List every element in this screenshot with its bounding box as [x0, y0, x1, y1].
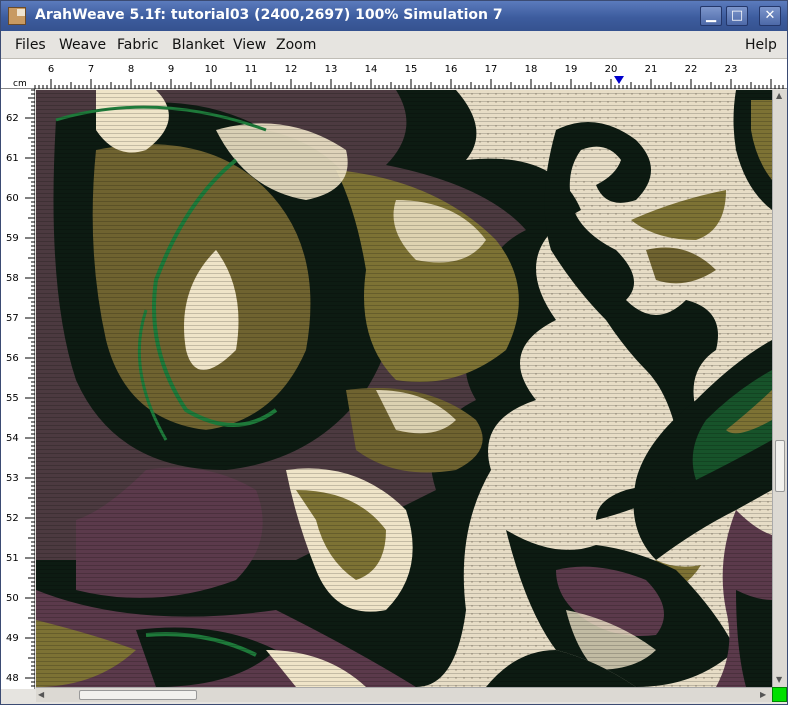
- ruler-label: 12: [285, 64, 298, 75]
- ruler-label: 9: [168, 64, 174, 75]
- fabric-simulation-canvas[interactable]: [36, 90, 772, 687]
- ruler-label: 56: [6, 353, 19, 364]
- menu-help[interactable]: Help: [745, 37, 777, 53]
- horizontal-ruler[interactable]: 6 7 8 9 10 11 12 13 14 15 16 17 18 19 20 21 22 23: [1, 59, 787, 89]
- ruler-label: 60: [6, 193, 19, 204]
- ruler-label: 6: [48, 64, 54, 75]
- ruler-label: 11: [245, 64, 258, 75]
- ruler-label: 21: [645, 64, 658, 75]
- app-icon[interactable]: [8, 7, 26, 25]
- ruler-label: 61: [6, 153, 19, 164]
- ruler-label: 8: [128, 64, 134, 75]
- ruler-label: 10: [205, 64, 218, 75]
- horizontal-ruler-ticks: 6 7 8 9 10 11 12 13 14 15 16 17 18 19 20 21 22 23: [34, 64, 784, 89]
- menu-fabric[interactable]: Fabric: [117, 37, 159, 53]
- vertical-scroll-thumb[interactable]: [775, 440, 785, 493]
- ruler-label: 22: [685, 64, 698, 75]
- scroll-up-arrow-icon[interactable]: ▲: [776, 91, 782, 101]
- ruler-label: 17: [485, 64, 498, 75]
- vertical-ruler-ticks: 62 61 60 59 58 57 56 55 54 53 52 51 50 49 48: [6, 89, 35, 687]
- menu-bar: Files Weave Fabric Blanket View Zoom Hel…: [1, 31, 787, 59]
- horizontal-scrollbar[interactable]: ◀ ▶: [36, 687, 772, 702]
- menu-files[interactable]: Files: [15, 37, 46, 53]
- position-marker-icon: [614, 76, 624, 84]
- ruler-label: 50: [6, 593, 19, 604]
- vertical-ruler[interactable]: 62 61 60 59 58 57 56 55 54 53 52 51 50 49 48: [1, 89, 35, 689]
- ruler-label: 19: [565, 64, 578, 75]
- close-button[interactable]: ✕: [759, 6, 781, 26]
- weave-texture-overlay: [36, 90, 772, 687]
- ruler-label: 15: [405, 64, 418, 75]
- ruler-label: 54: [6, 433, 19, 444]
- ruler-label: 62: [6, 113, 19, 124]
- scroll-left-arrow-icon[interactable]: ◀: [38, 690, 44, 700]
- ruler-label: 58: [6, 273, 19, 284]
- ruler-label: 13: [325, 64, 338, 75]
- title-bar[interactable]: ArahWeave 5.1f: tutorial03 (2400,2697) 1…: [1, 1, 787, 31]
- minimize-button[interactable]: ▁: [700, 6, 722, 26]
- window-title: ArahWeave 5.1f: tutorial03 (2400,2697) 1…: [35, 7, 503, 23]
- ruler-label: 49: [6, 633, 19, 644]
- maximize-button[interactable]: □: [726, 6, 748, 26]
- fabric-pattern: [36, 90, 772, 687]
- ruler-label: 23: [725, 64, 738, 75]
- ruler-label: 18: [525, 64, 538, 75]
- ruler-label: 14: [365, 64, 378, 75]
- ruler-label: 20: [605, 64, 618, 75]
- horizontal-scroll-thumb[interactable]: [78, 690, 197, 700]
- scroll-right-arrow-icon[interactable]: ▶: [760, 690, 766, 700]
- ruler-label: 48: [6, 673, 19, 684]
- ruler-label: 51: [6, 553, 19, 564]
- menu-view[interactable]: View: [233, 37, 266, 53]
- app-window: ArahWeave 5.1f: tutorial03 (2400,2697) 1…: [0, 0, 788, 705]
- ruler-label: 52: [6, 513, 19, 524]
- ruler-unit-label: cm: [13, 79, 27, 89]
- status-corner-indicator: [772, 687, 787, 702]
- ruler-label: 16: [445, 64, 458, 75]
- menu-blanket[interactable]: Blanket: [172, 37, 225, 53]
- ruler-label: 53: [6, 473, 19, 484]
- ruler-label: 59: [6, 233, 19, 244]
- ruler-label: 55: [6, 393, 19, 404]
- ruler-label: 7: [88, 64, 94, 75]
- scroll-down-arrow-icon[interactable]: ▼: [776, 675, 782, 685]
- menu-zoom[interactable]: Zoom: [276, 37, 316, 53]
- menu-weave[interactable]: Weave: [59, 37, 106, 53]
- vertical-scrollbar[interactable]: ▲ ▼: [772, 90, 787, 687]
- ruler-label: 57: [6, 313, 19, 324]
